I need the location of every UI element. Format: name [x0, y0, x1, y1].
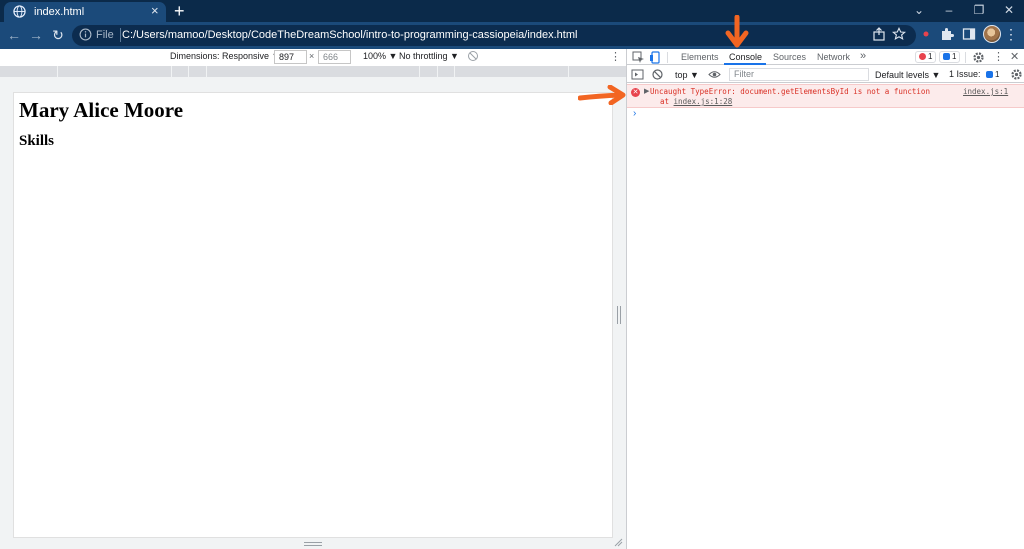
throttling-dropdown[interactable]: No throttling ▼ — [399, 51, 459, 61]
issues-count: 1 — [995, 70, 1000, 79]
resize-handle-bottom[interactable] — [304, 542, 322, 546]
error-text: Uncaught TypeError: document.getElements… — [650, 87, 930, 96]
issues-label: 1 Issue: — [949, 69, 981, 79]
ruler-tick — [57, 66, 58, 77]
annotation-arrow-right-icon — [578, 85, 626, 105]
share-icon[interactable] — [872, 27, 886, 41]
info-icon[interactable] — [79, 28, 92, 41]
error-dot-icon — [919, 53, 926, 60]
issue-icon — [943, 53, 950, 60]
ruler-tick — [419, 66, 420, 77]
issues-count-badge: 1 — [983, 70, 1002, 82]
console-toolbar: top ▼ Filter Default levels ▼ 1 Issue: 1 — [627, 66, 1024, 83]
tab-elements[interactable]: Elements — [681, 52, 719, 62]
ruler-tick — [568, 66, 569, 77]
puzzle-icon[interactable] — [940, 27, 954, 41]
ruler-tick — [206, 66, 207, 77]
resize-corner-icon[interactable] — [614, 538, 623, 547]
expand-triangle-icon[interactable]: ▶ — [644, 87, 649, 95]
toolbar-divider — [965, 52, 966, 63]
sidebar-toggle-icon[interactable] — [631, 68, 644, 81]
extension-record-icon[interactable] — [919, 27, 933, 41]
active-tab-indicator — [724, 63, 766, 65]
device-toggle-icon[interactable] — [649, 51, 662, 64]
address-bar[interactable]: File C:/Users/mamoo/Desktop/CodeTheDream… — [72, 25, 916, 46]
error-stack-line: at index.js:1:28 — [660, 97, 732, 106]
error-stack-link[interactable]: index.js:1:28 — [674, 97, 733, 106]
more-tabs-icon[interactable]: » — [860, 50, 866, 62]
scheme-label: File — [96, 29, 114, 41]
dimensions-dropdown[interactable]: Dimensions: Responsive ▼ — [170, 51, 280, 61]
new-tab-button[interactable]: + — [174, 1, 185, 21]
toolbar-divider — [667, 52, 668, 63]
url-text[interactable]: C:/Users/mamoo/Desktop/CodeTheDreamSchoo… — [122, 29, 577, 41]
media-query-ruler[interactable] — [0, 66, 626, 77]
minimize-button[interactable]: – — [939, 2, 959, 18]
inspect-element-icon[interactable] — [632, 51, 645, 64]
clear-console-icon[interactable] — [651, 68, 664, 81]
console-error-message[interactable]: ✕ ▶ Uncaught TypeError: document.getElem… — [627, 84, 1024, 108]
devtools-panel: Elements Console Sources Network » 1 1 ⋮… — [626, 49, 1024, 549]
restore-button[interactable]: ❐ — [969, 2, 989, 18]
ruler-tick — [188, 66, 189, 77]
tab-network[interactable]: Network — [817, 52, 850, 62]
live-expression-eye-icon[interactable] — [708, 68, 721, 81]
error-count: 1 — [928, 52, 933, 61]
reload-button[interactable]: ↻ — [49, 26, 67, 44]
settings-gear-icon[interactable] — [972, 51, 985, 64]
viewport-height-input[interactable]: 666 — [318, 50, 351, 64]
profile-avatar[interactable] — [983, 25, 1001, 43]
tab-sources[interactable]: Sources — [773, 52, 806, 62]
globe-icon — [13, 5, 26, 18]
annotation-arrow-down-icon — [725, 15, 749, 48]
page-subheading: Skills — [19, 133, 55, 149]
rotate-icon[interactable] — [467, 50, 479, 62]
console-prompt[interactable]: › — [633, 108, 636, 119]
back-button[interactable]: ← — [5, 26, 23, 44]
log-levels-dropdown[interactable]: Default levels ▼ — [875, 70, 940, 80]
tab-search-chevron-icon[interactable]: ⌄ — [909, 2, 929, 18]
star-icon[interactable] — [892, 27, 906, 41]
close-devtools-icon[interactable]: ✕ — [1010, 50, 1019, 63]
tab-console[interactable]: Console — [729, 52, 762, 62]
device-toolbar: Dimensions: Responsive ▼ 897 × 666 100% … — [0, 49, 626, 65]
devtools-menu-icon[interactable]: ⋮ — [993, 50, 1004, 63]
error-source-link[interactable]: index.js:1 — [963, 87, 1008, 96]
resize-handle-right[interactable] — [617, 306, 621, 324]
issues-link[interactable]: 1 Issue: 1 — [949, 69, 1003, 82]
tab-close-icon[interactable]: × — [151, 4, 159, 18]
tab-title: index.html — [34, 6, 85, 18]
browser-menu-icon[interactable]: ⋮ — [1004, 26, 1018, 42]
zoom-dropdown[interactable]: 100% ▼ — [363, 51, 397, 61]
issue-count-badge[interactable]: 1 — [939, 51, 961, 63]
issue-icon — [986, 71, 994, 78]
page-heading: Mary Alice Moore — [19, 98, 184, 122]
error-icon: ✕ — [631, 88, 640, 97]
browser-titlebar: index.html × + ⌄ – ❐ ✕ — [0, 0, 1024, 22]
ruler-tick — [171, 66, 172, 77]
viewport-width-input[interactable]: 897 — [274, 50, 307, 64]
devtools-tabbar: Elements Console Sources Network » 1 1 ⋮… — [627, 49, 1024, 65]
sidepanel-icon[interactable] — [962, 27, 976, 41]
times-sign: × — [309, 51, 315, 61]
address-separator — [120, 28, 121, 42]
error-count-badge[interactable]: 1 — [915, 51, 937, 63]
ruler-tick — [437, 66, 438, 77]
ruler-tick — [454, 66, 455, 77]
browser-tab[interactable]: index.html × — [4, 2, 166, 22]
context-selector[interactable]: top ▼ — [675, 70, 699, 80]
device-toolbar-more-icon[interactable]: ⋮ — [610, 50, 621, 63]
issue-count: 1 — [952, 52, 957, 61]
forward-button[interactable]: → — [27, 26, 45, 44]
emulated-page: Mary Alice Moore Skills — [14, 93, 612, 537]
console-settings-gear-icon[interactable] — [1010, 68, 1023, 81]
browser-toolbar: ← → ↻ File C:/Users/mamoo/Desktop/CodeTh… — [0, 22, 1024, 49]
close-window-button[interactable]: ✕ — [999, 2, 1019, 18]
error-at-prefix: at — [660, 97, 674, 106]
console-filter-input[interactable]: Filter — [729, 68, 869, 81]
